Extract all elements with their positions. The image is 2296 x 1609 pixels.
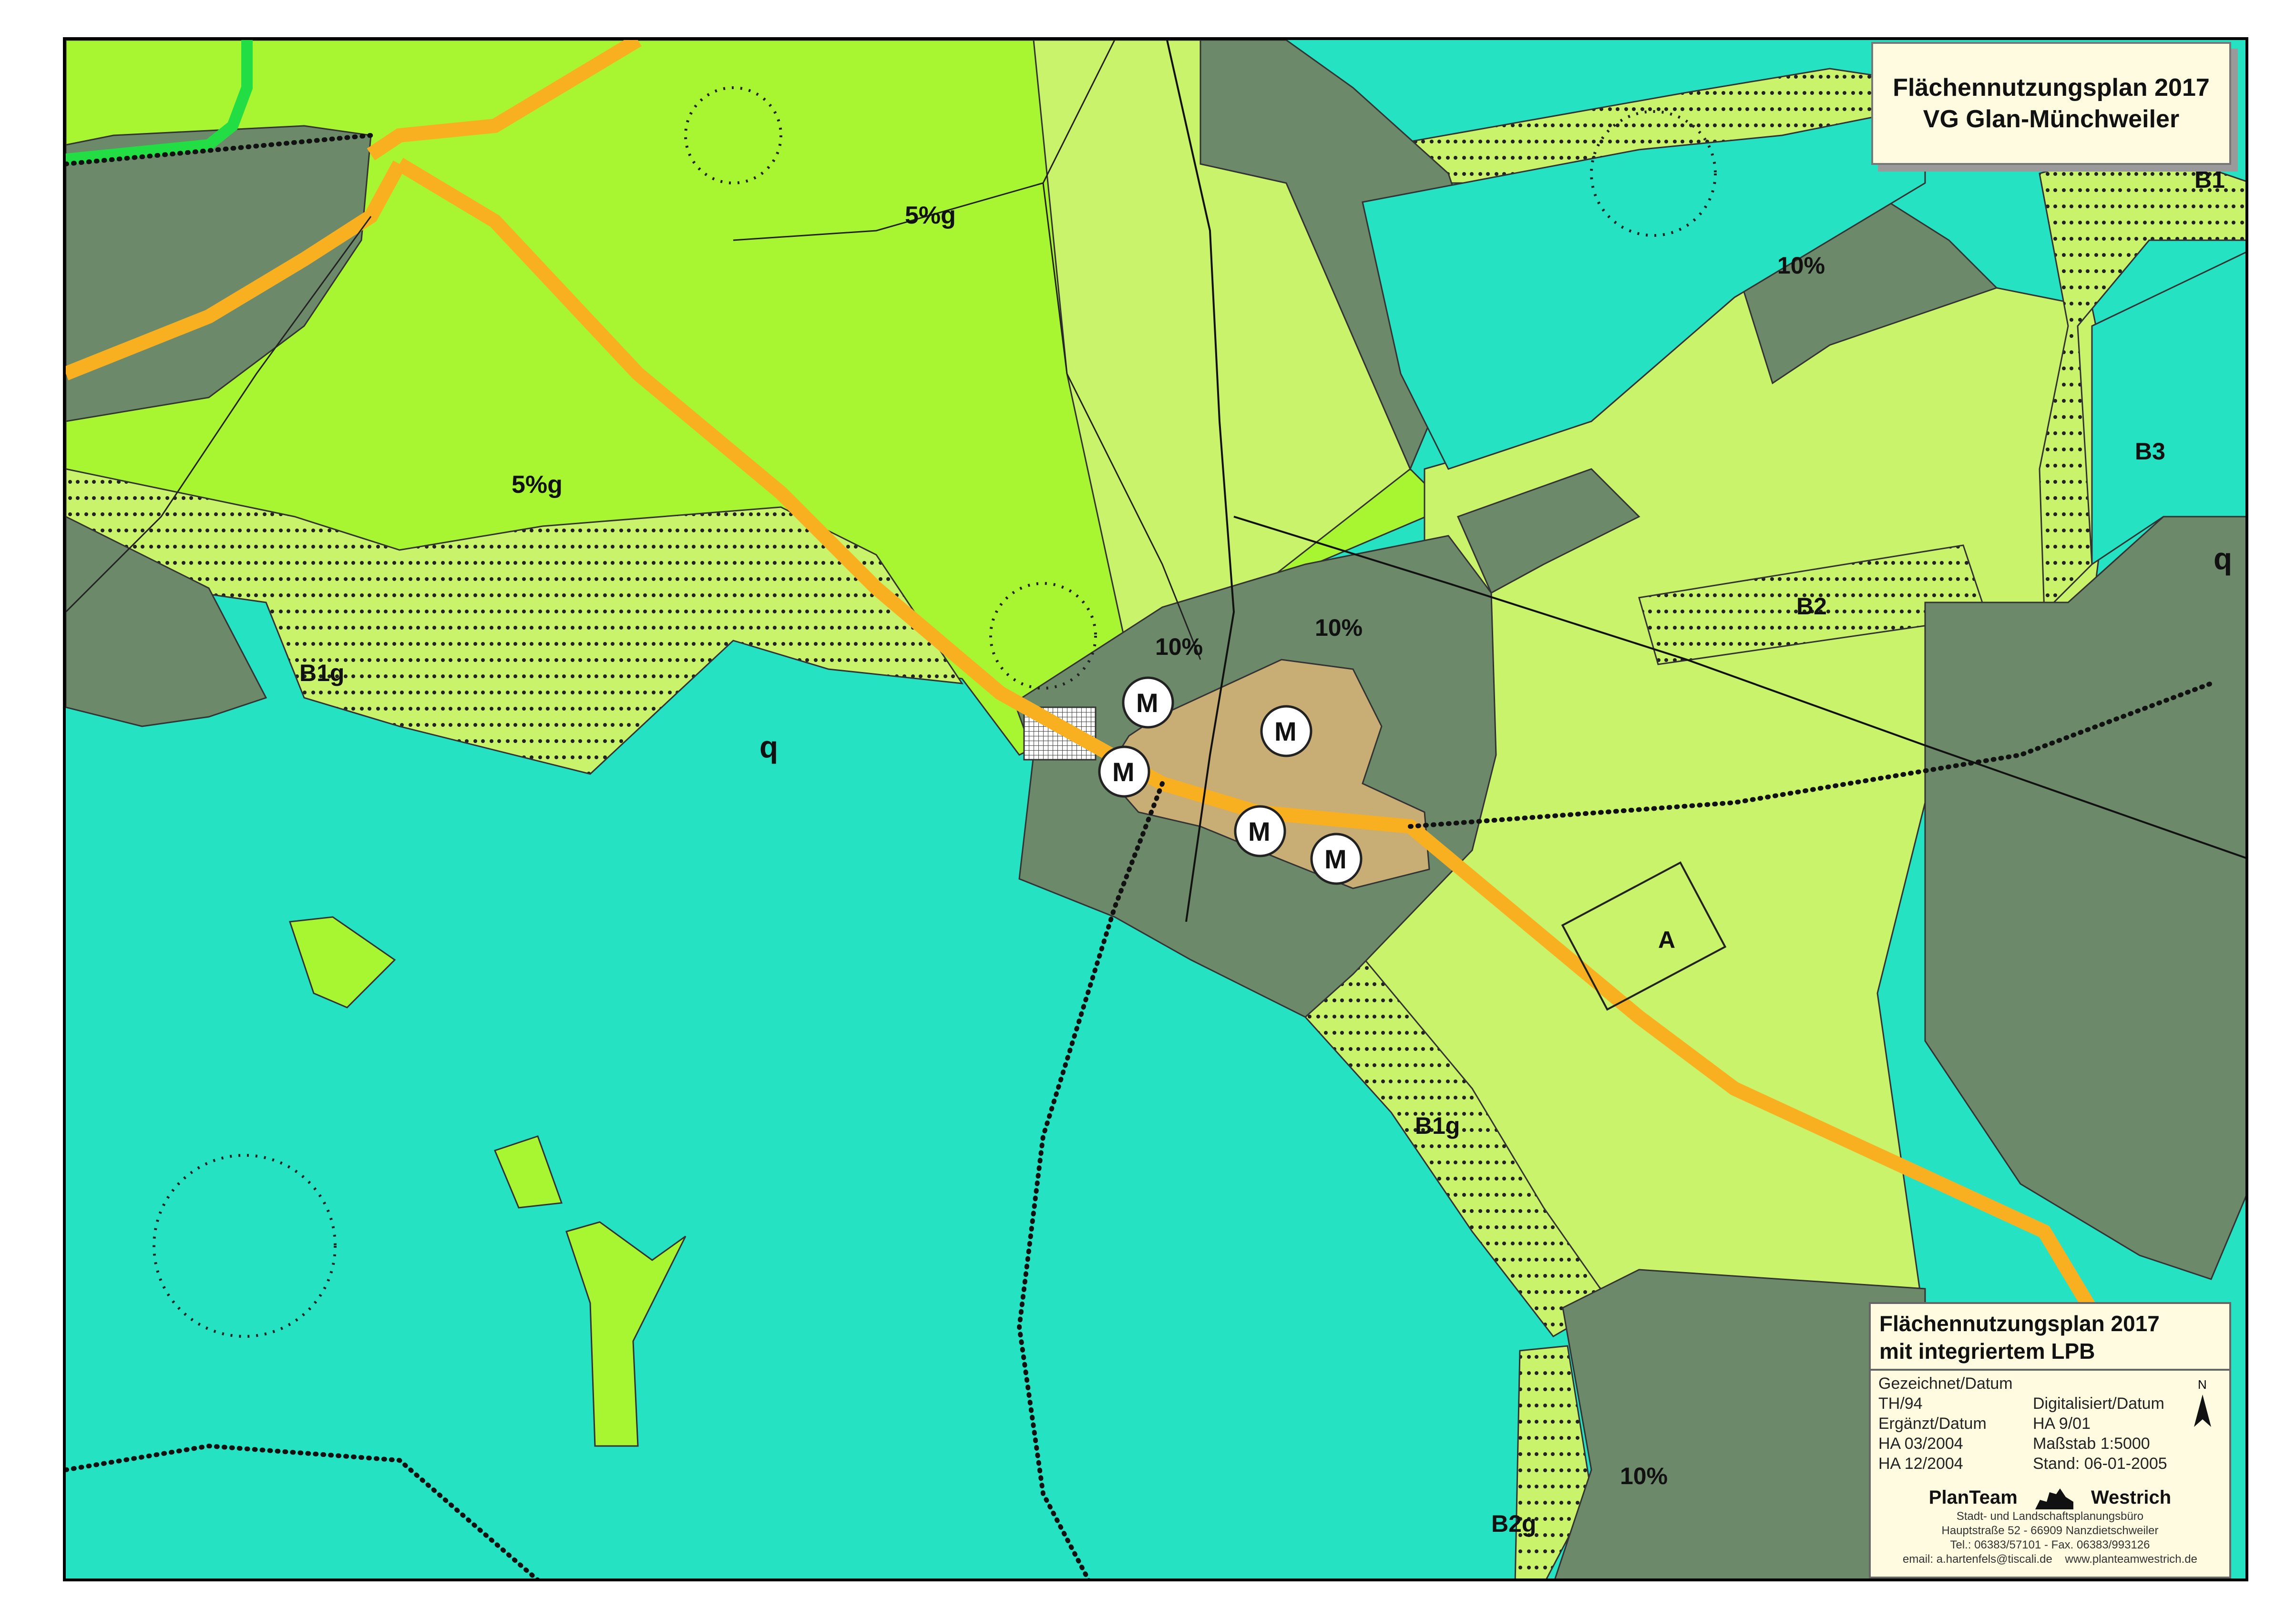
drawn-label: Gezeichnet/Datum — [1878, 1375, 2013, 1393]
m-symbol-5: M — [1310, 833, 1363, 885]
legend-heading: Flächennutzungsplan 2017 mit integrierte… — [1871, 1304, 2229, 1371]
supplemented-value-1: HA 03/2004 — [1878, 1435, 1963, 1453]
label-b1g-west: B1g — [299, 660, 344, 686]
firm-logo-icon — [2035, 1487, 2073, 1510]
supplemented-label: Ergänzt/Datum — [1878, 1415, 1987, 1433]
drawn-value: TH/94 — [1878, 1395, 1923, 1413]
legend-heading-line2: mit integriertem LPB — [1879, 1339, 2095, 1364]
label-10-village-west: 10% — [1155, 633, 1203, 660]
firm-email[interactable]: email: a.hartenfels@tiscali.de — [1903, 1553, 2052, 1566]
svg-text:M: M — [1112, 757, 1135, 787]
label-b1g-south: B1g — [1415, 1112, 1460, 1139]
legend-box: Flächennutzungsplan 2017 mit integrierte… — [1869, 1302, 2231, 1578]
m-symbol-3: M — [1260, 705, 1312, 757]
north-arrow-icon: N — [2194, 1377, 2211, 1427]
firm-website[interactable]: www.planteamwestrich.de — [2065, 1553, 2197, 1566]
svg-text:M: M — [1136, 688, 1158, 718]
scale-text: Maßstab 1:5000 — [2033, 1435, 2150, 1453]
svg-text:N: N — [2198, 1377, 2207, 1392]
digitized-value: HA 9/01 — [2033, 1415, 2091, 1433]
map-title-box: Flächennutzungsplan 2017 VG Glan-Münchwe… — [1871, 42, 2231, 165]
label-5g-north: 5%g — [905, 202, 956, 229]
label-a: A — [1658, 927, 1675, 953]
map-title: Flächennutzungsplan 2017 — [1893, 74, 2210, 102]
legend-heading-line1: Flächennutzungsplan 2017 — [1879, 1311, 2160, 1336]
status-text: Stand: 06-01-2005 — [2033, 1455, 2167, 1473]
label-10-southeast: 10% — [1620, 1463, 1668, 1489]
label-10-village-east: 10% — [1315, 614, 1363, 641]
label-5g-west: 5%g — [512, 471, 563, 499]
m-symbol-1: M — [1122, 676, 1174, 729]
m-symbol-4: M — [1234, 805, 1286, 857]
label-q-west: q — [759, 730, 778, 764]
firm-name-left: PlanTeam — [1928, 1487, 2018, 1508]
firm-phone: Tel.: 06383/57101 - Fax. 06383/993126 — [1950, 1538, 2150, 1552]
label-b2: B2 — [1796, 593, 1827, 620]
map-subtitle: VG Glan-Münchweiler — [1923, 105, 2180, 133]
m-symbol-2: M — [1098, 745, 1150, 798]
svg-text:M: M — [1248, 816, 1271, 846]
label-b2g: B2g — [1491, 1510, 1536, 1537]
label-q-east: q — [2214, 541, 2232, 576]
firm-subtitle: Stadt- und Landschaftsplanungsbüro — [1956, 1510, 2144, 1523]
label-b3: B3 — [2135, 438, 2165, 465]
firm-address: Hauptstraße 52 - 66909 Nanzdietschweiler — [1941, 1524, 2159, 1538]
label-10-northeast: 10% — [1777, 252, 1825, 279]
digitized-label: Digitalisiert/Datum — [2033, 1395, 2164, 1413]
supplemented-value-2: HA 12/2004 — [1878, 1455, 1963, 1473]
svg-text:M: M — [1324, 844, 1347, 874]
office-block: PlanTeam Westrich Stadt- und Landschafts… — [1871, 1482, 2229, 1567]
firm-name-right: Westrich — [2091, 1487, 2172, 1508]
svg-text:M: M — [1274, 716, 1297, 746]
legend-details: Gezeichnet/Datum TH/94 Ergänzt/Datum HA … — [1871, 1371, 2229, 1480]
label-b1-northeast: B1 — [2194, 166, 2225, 193]
